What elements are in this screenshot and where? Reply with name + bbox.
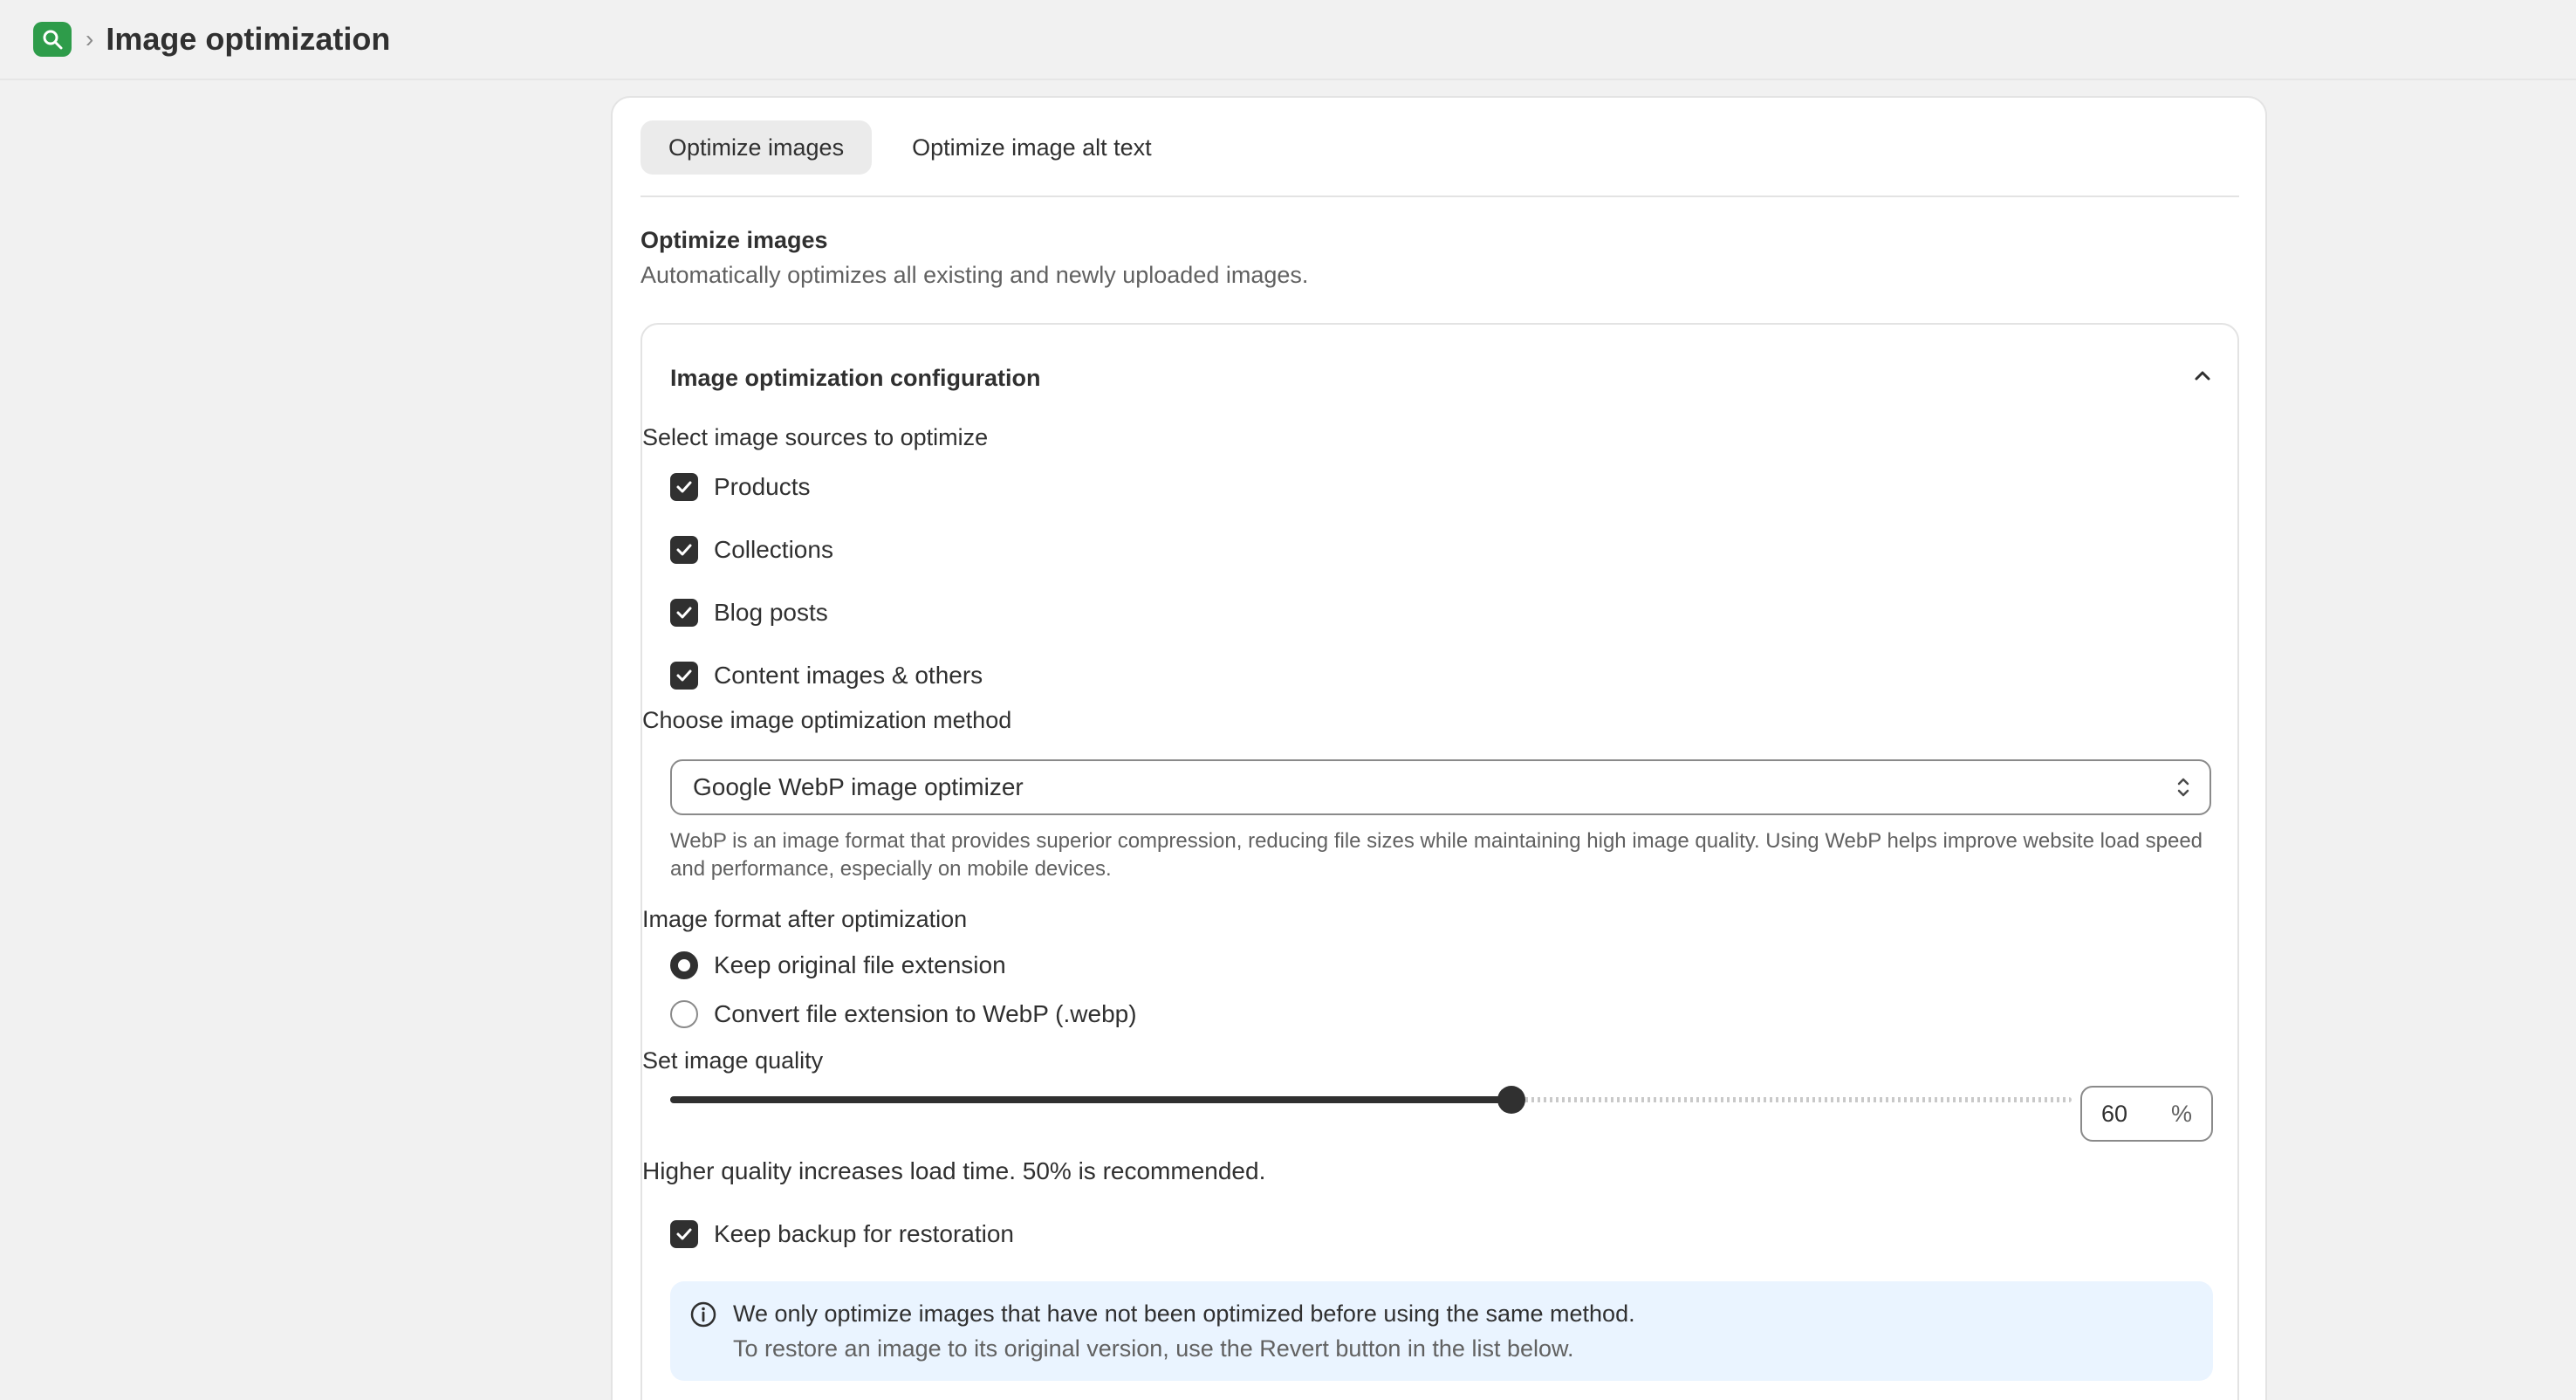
- quality-value: 60: [2101, 1100, 2128, 1127]
- app-logo-icon[interactable]: [33, 22, 72, 57]
- checkbox-label: Blog posts: [714, 599, 828, 626]
- tab-optimize-alt-text[interactable]: Optimize image alt text: [884, 120, 1180, 175]
- checkbox-content-images[interactable]: Content images & others: [670, 662, 983, 690]
- checkmark-icon: [670, 599, 698, 627]
- banner-text-secondary: To restore an image to its original vers…: [733, 1335, 1574, 1362]
- format-label: Image format after optimization: [642, 906, 968, 932]
- checkbox-label: Collections: [714, 536, 833, 563]
- banner-text-primary: We only optimize images that have not be…: [733, 1300, 1635, 1327]
- quality-help-text: Higher quality increases load time. 50% …: [642, 1157, 1266, 1184]
- checkmark-icon: [670, 473, 698, 501]
- radio-label: Keep original file extension: [714, 951, 1006, 978]
- method-help-text: WebP is an image format that provides su…: [670, 829, 2203, 881]
- method-select[interactable]: Google WebP image optimizer: [670, 759, 2211, 815]
- checkbox-collections[interactable]: Collections: [670, 536, 833, 564]
- page-title: Image optimization: [106, 21, 391, 57]
- checkbox-keep-backup[interactable]: Keep backup for restoration: [670, 1220, 1014, 1248]
- checkbox-label: Products: [714, 473, 811, 500]
- checkmark-icon: [670, 662, 698, 690]
- radio-unselected-icon: [670, 1000, 698, 1028]
- select-arrows-icon: [2176, 773, 2190, 807]
- checkbox-label: Content images & others: [714, 662, 983, 689]
- slider-thumb[interactable]: [1497, 1086, 1525, 1114]
- breadcrumb-separator: ›: [86, 25, 94, 52]
- quality-label: Set image quality: [642, 1047, 824, 1074]
- method-label: Choose image optimization method: [642, 707, 1012, 733]
- main-card: Optimize images Optimize image alt text …: [611, 96, 2267, 1400]
- radio-label: Convert file extension to WebP (.webp): [714, 1000, 1137, 1027]
- radio-keep-original[interactable]: Keep original file extension: [670, 951, 1006, 979]
- section-title: Optimize images: [641, 227, 828, 253]
- top-bar: › Image optimization: [0, 0, 2576, 80]
- info-icon: [689, 1300, 717, 1333]
- config-panel: Image optimization configuration Select …: [641, 323, 2239, 1400]
- section-description: Automatically optimizes all existing and…: [641, 262, 1309, 288]
- checkmark-icon: [670, 536, 698, 564]
- info-banner: We only optimize images that have not be…: [670, 1281, 2213, 1381]
- quality-input[interactable]: 60 %: [2080, 1086, 2213, 1142]
- sources-label: Select image sources to optimize: [642, 424, 989, 450]
- tabs-divider: [641, 196, 2239, 197]
- checkbox-label: Keep backup for restoration: [714, 1220, 1014, 1247]
- radio-convert-webp[interactable]: Convert file extension to WebP (.webp): [670, 1000, 1137, 1028]
- config-title: Image optimization configuration: [670, 365, 1041, 391]
- tab-optimize-images[interactable]: Optimize images: [641, 120, 873, 175]
- checkbox-products[interactable]: Products: [670, 473, 811, 501]
- checkmark-icon: [670, 1220, 698, 1248]
- slider-fill: [670, 1096, 1511, 1103]
- checkbox-blog-posts[interactable]: Blog posts: [670, 599, 828, 627]
- method-select-value: Google WebP image optimizer: [693, 773, 1024, 800]
- chevron-up-icon[interactable]: [2187, 360, 2218, 391]
- radio-selected-icon: [670, 951, 698, 979]
- quality-unit: %: [2170, 1100, 2192, 1127]
- tab-bar: Optimize images Optimize image alt text: [641, 120, 1180, 175]
- quality-slider[interactable]: [670, 1082, 2072, 1117]
